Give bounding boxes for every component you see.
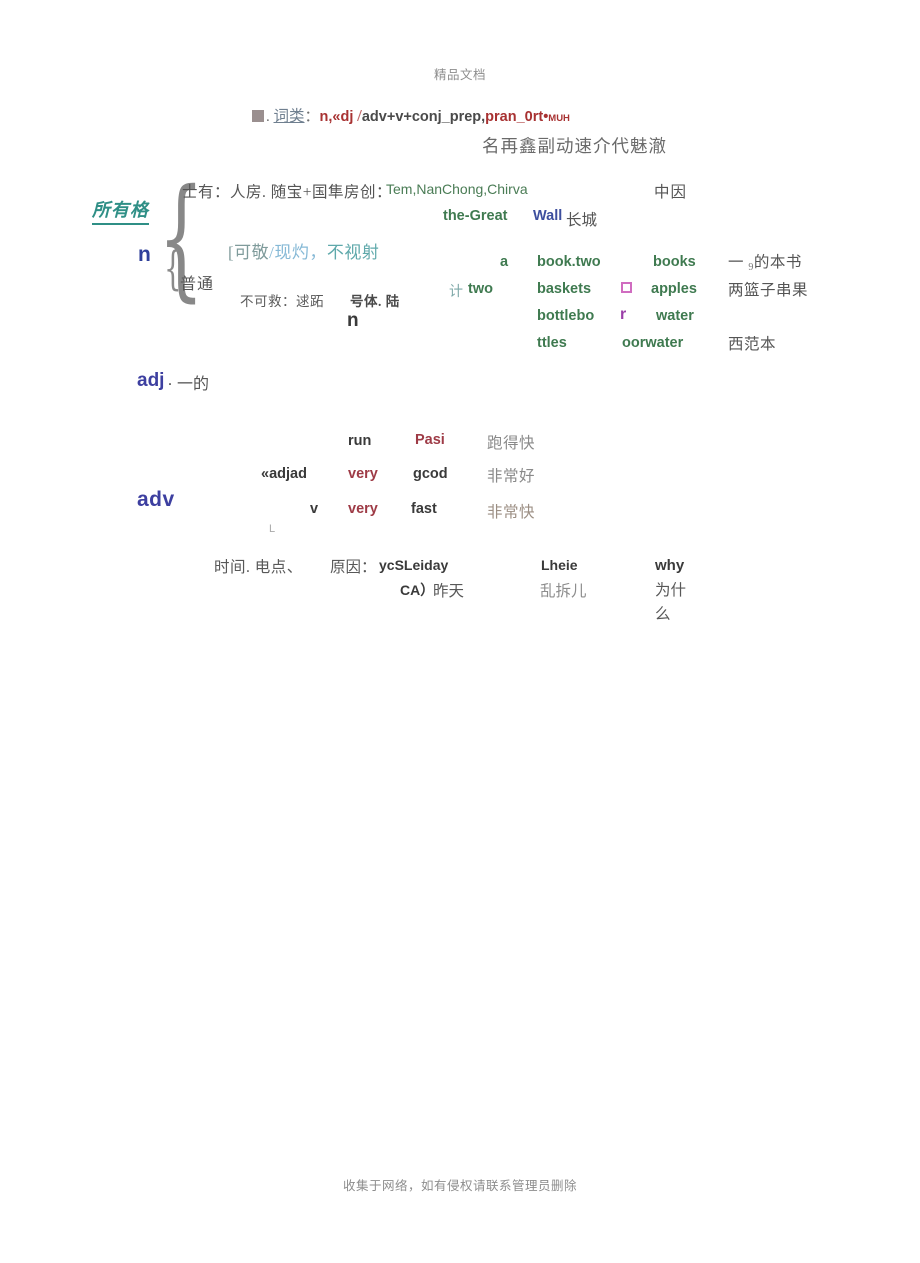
proper-noun-examples: Tem,NanChong,Chirva	[386, 181, 528, 197]
example-wall: Wall	[533, 208, 563, 224]
adv-row3-word: fast	[411, 501, 437, 517]
reason-example-2: CA）	[400, 582, 435, 598]
reason-label: 原因：	[330, 559, 377, 576]
why-gloss: 为什么	[655, 582, 687, 623]
watermark-bottom: 收集于网络，如有侵权请联系管理员删除	[342, 1179, 577, 1193]
example-the-great: the-Great	[443, 208, 508, 224]
proper-noun-gloss: 中因	[654, 184, 688, 201]
example-col2-row4: ttles	[537, 335, 567, 351]
example-col1-row2: two	[468, 281, 493, 297]
adjective-gloss: 一的	[177, 376, 210, 393]
adv-row2-gloss: 非常好	[487, 468, 536, 485]
header-colon: ：	[304, 109, 320, 125]
adv-row1-adverb: run	[348, 433, 372, 449]
label-adverb: adv	[137, 488, 175, 511]
square-outline-icon	[621, 282, 632, 293]
adv-row3-gloss: 非常快	[487, 504, 536, 521]
adv-row2-word: gcod	[413, 466, 448, 482]
where-example: Lheie	[541, 557, 578, 573]
adv-row1-word: Pasi	[415, 432, 445, 448]
example-gloss-row1: 一 9的本书	[728, 250, 802, 273]
letter-r-mark: r	[620, 306, 627, 323]
label-possessive: 所有格	[92, 196, 149, 225]
header-pos-dark: adv+v+conj_prep,	[361, 109, 486, 125]
example-gloss-row4: 西范本	[728, 336, 777, 353]
bracket-note-part2: /现灼，	[269, 243, 327, 262]
countable-noun-n: n	[347, 310, 359, 331]
uncountable-label: 不可救：逑跖	[240, 294, 324, 309]
example-col2-row3: bottlebo	[537, 308, 595, 324]
scanned-page: 精品文档 收集于网络，如有侵权请联系管理员删除 . 词类：n,«dj /adv+…	[0, 0, 920, 1263]
countable-label: 号体. 陆	[350, 294, 400, 309]
example-col3-row3: water	[656, 308, 694, 324]
why-example: why	[655, 557, 685, 574]
example-col3-row1: books	[653, 254, 696, 270]
brace-inner: {	[164, 241, 182, 295]
adv-row3-adverb: very	[348, 501, 378, 517]
common-noun-label: 普通	[180, 276, 215, 293]
reason-gloss: 昨天	[433, 583, 465, 600]
watermark-top: 精品文档	[433, 68, 486, 82]
example-gloss-row2: 两篮子串果	[728, 282, 809, 299]
time-place-label: 时间. 电点、	[214, 559, 303, 576]
header-pos-red2: pran_0rt•	[485, 109, 549, 125]
reason-example: ycSLeiday	[379, 557, 449, 573]
adv-row1-gloss: 跑得快	[487, 435, 536, 452]
header-dot: .	[266, 109, 270, 125]
header-gloss-cn: 名再鑫副动速介代魅澈	[482, 136, 667, 156]
count-label-cn: 计	[449, 283, 463, 299]
example-col2-row1: book.two	[537, 254, 601, 270]
label-noun: n	[138, 243, 151, 266]
example-col1-row1: a	[500, 254, 509, 270]
adjective-dot: .	[168, 372, 172, 389]
label-adjective: adj	[137, 370, 165, 391]
adverb-marker-l: L	[269, 523, 276, 535]
bracket-note-part1: [可敬	[228, 243, 270, 262]
example-col2-row2: baskets	[537, 281, 592, 297]
example-wall-gloss: 长城	[566, 212, 598, 229]
example-col3-row2: apples	[651, 281, 697, 297]
header-line: . 词类：n,«dj /adv+v+conj_prep,pran_0rt•MUH	[252, 104, 570, 126]
adv-row2-modifies: «adjad	[261, 466, 307, 482]
where-gloss: 乱拆儿	[540, 583, 587, 600]
header-label-cn: 词类	[273, 108, 305, 125]
example-gloss-row1-text: 一 9的本书	[728, 254, 802, 273]
bracket-note-part3: 不视射	[326, 243, 380, 262]
example-col3-row4: oorwater	[622, 335, 684, 351]
proper-noun-heading: 士有：人房. 随宝+国隼房创：	[182, 184, 392, 201]
header-pos-tiny: MUH	[548, 113, 570, 124]
adv-row3-modifies: v	[310, 501, 319, 517]
adv-row2-adverb: very	[348, 466, 378, 482]
header-pos-red: n,«dj	[319, 109, 354, 125]
bracket-note: [可敬/现灼，不视射	[228, 238, 379, 263]
bullet-square-icon	[252, 110, 264, 122]
